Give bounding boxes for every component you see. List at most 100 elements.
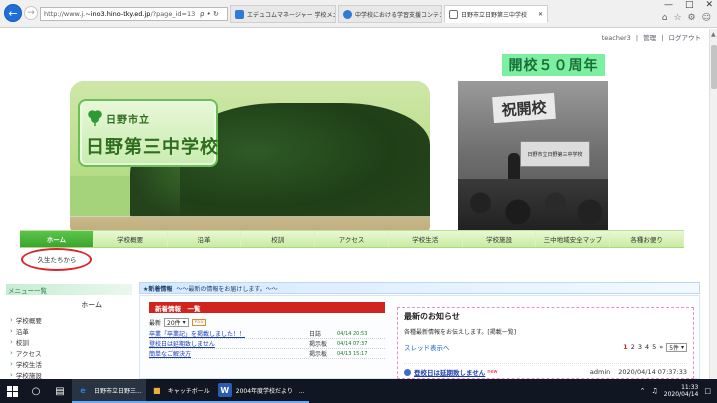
news-row: 登校日は延期致しません 掲示板 04/14 07:37 bbox=[149, 339, 385, 349]
new-badge: new bbox=[487, 369, 498, 375]
windows-logo-icon bbox=[6, 385, 18, 397]
back-button[interactable]: ← bbox=[4, 4, 22, 22]
left-item-access[interactable]: アクセス bbox=[10, 347, 132, 358]
taskbar-app-folder[interactable]: ■ キャッチボール bbox=[145, 379, 214, 403]
chevron-down-icon: ▾ bbox=[182, 318, 186, 326]
left-item-history[interactable]: 沿革 bbox=[10, 325, 132, 336]
ceremony-photo: 祝開校 日野市立日野第三中学校 bbox=[458, 81, 608, 239]
new-info-controls: 最新 20件 ▾ RSS bbox=[149, 315, 385, 329]
left-home-link[interactable]: ホーム bbox=[6, 300, 132, 310]
page-3[interactable]: 3 bbox=[638, 343, 642, 351]
favorites-star-icon[interactable]: ☆ bbox=[673, 13, 681, 23]
chevron-up-icon[interactable]: ⌃ bbox=[640, 387, 646, 395]
url-prefix: http://www.j. bbox=[44, 10, 86, 18]
thread-view-link[interactable]: スレッド表示へ bbox=[404, 342, 450, 352]
task-view-icon[interactable]: ▤ bbox=[48, 379, 72, 403]
latest-label: 最新 bbox=[149, 319, 162, 327]
tab-favicon-icon bbox=[343, 9, 352, 19]
menu-facilities[interactable]: 学校施設 bbox=[463, 231, 537, 247]
tab-educom[interactable]: エデュコムマネージャー 学校メニュー bbox=[230, 5, 336, 23]
manage-link[interactable]: 管理 bbox=[643, 34, 656, 42]
left-item-facilities[interactable]: 学校施設 bbox=[10, 369, 132, 380]
search-icon[interactable]: ○ bbox=[24, 379, 48, 403]
tab-school[interactable]: 日野市立日野第三中学校 ✕ bbox=[444, 5, 548, 23]
address-tools[interactable]: ρ • ↻ bbox=[200, 7, 219, 21]
rss-icon[interactable]: RSS bbox=[191, 318, 207, 326]
news-date: 04/13 15:17 bbox=[337, 350, 368, 357]
news-row: 簡単なご解決方 掲示板 04/13 15:17 bbox=[149, 349, 385, 359]
taskbar-app-browser[interactable]: e 日野市立日野三... bbox=[72, 379, 146, 403]
menu-newsletters[interactable]: 各種お便り bbox=[610, 231, 685, 247]
news-title-link[interactable]: 登校日は延期致しません bbox=[149, 339, 309, 348]
news-strip: ★新着情報 ～～最新の情報をお届けします。～～ bbox=[139, 282, 700, 294]
taskbar-app-word[interactable]: W 2004年度学校だより ... bbox=[213, 379, 309, 403]
news-title-link[interactable]: 簡単なご解決方 bbox=[149, 349, 309, 358]
scroll-up-icon[interactable]: ▲ bbox=[711, 31, 716, 38]
menu-school-life[interactable]: 学校生活 bbox=[389, 231, 463, 247]
clock-time: 11:33 bbox=[681, 384, 699, 391]
notice-row: 登校日は延期致しません new admin 2020/04/14 07:37:3… bbox=[404, 363, 687, 377]
home-icon[interactable]: ⌂ bbox=[662, 13, 668, 23]
page-5[interactable]: 5 bbox=[652, 343, 656, 351]
browser-chrome: ← → http://www.j. ~ino3.hino-tky.ed.jp/?p… bbox=[0, 0, 717, 28]
smiley-feedback-icon[interactable]: ☺ bbox=[702, 13, 711, 23]
left-item-motto[interactable]: 校訓 bbox=[10, 336, 132, 347]
page-4[interactable]: 4 bbox=[645, 343, 649, 351]
menu-history[interactable]: 沿革 bbox=[168, 231, 242, 247]
news-category: 掲示板 bbox=[309, 351, 328, 358]
news-strip-label: ★新着情報 bbox=[143, 285, 173, 293]
menu-home[interactable]: ホーム bbox=[20, 231, 94, 247]
left-item-overview[interactable]: 学校概要 bbox=[10, 314, 132, 325]
scrollbar-thumb[interactable] bbox=[711, 45, 717, 89]
close-tab-icon[interactable]: ✕ bbox=[534, 11, 543, 18]
minimize-button[interactable]: — bbox=[664, 0, 673, 10]
red-annotation-circle bbox=[21, 248, 92, 271]
logout-link[interactable]: ログアウト bbox=[669, 34, 702, 42]
news-date: 04/14 07:37 bbox=[337, 340, 368, 347]
notice-author: admin bbox=[589, 368, 611, 376]
new-info-panel: 新着情報 一覧 最新 20件 ▾ RSS 卒業「卒業記」を掲載しました！！ 日誌… bbox=[149, 302, 385, 379]
maximize-button[interactable]: □ bbox=[685, 0, 694, 10]
city-name: 日野市立 bbox=[106, 115, 150, 126]
tab-label: エデュコムマネージャー 学校メニュー bbox=[247, 11, 335, 19]
news-title-link[interactable]: 卒業「卒業記」を掲載しました！！ bbox=[149, 329, 309, 338]
page-2[interactable]: 2 bbox=[631, 343, 635, 351]
notification-icon[interactable]: □ bbox=[704, 387, 711, 395]
left-menu: メニュー一覧 ホーム 学校概要 沿革 校訓 アクセス 学校生活 学校施設 bbox=[6, 284, 132, 379]
menu-school-overview[interactable]: 学校概要 bbox=[94, 231, 168, 247]
chevron-down-icon: ▾ bbox=[680, 343, 684, 351]
main-menu: ホーム 学校概要 沿革 校訓 アクセス 学校生活 学校施設 三中地域安全マップ … bbox=[20, 230, 685, 248]
taskbar-app-label: 2004年度学校だより ... bbox=[235, 387, 305, 395]
forward-button[interactable]: → bbox=[24, 6, 38, 20]
page-next[interactable]: » bbox=[659, 343, 663, 351]
settings-gear-icon[interactable]: ⚙ bbox=[688, 13, 696, 23]
count-select[interactable]: 20件 ▾ bbox=[164, 317, 189, 327]
ceremony-banner: 祝開校 bbox=[492, 92, 556, 124]
close-window-button[interactable]: ✕ bbox=[705, 0, 713, 10]
arrow-right-icon: → bbox=[27, 7, 35, 18]
username[interactable]: teacher3 bbox=[602, 34, 631, 42]
separator: | bbox=[635, 34, 639, 42]
left-item-school-life[interactable]: 学校生活 bbox=[10, 358, 132, 369]
school-name-plate[interactable]: 日野市立 日野第三中学校 bbox=[78, 99, 218, 167]
menu-safety-map[interactable]: 三中地域安全マップ bbox=[536, 231, 611, 247]
arrow-left-icon: ← bbox=[8, 6, 18, 20]
latest-notices-panel: 最新のお知らせ 各種最新情報をお伝えします。[掲載一覧] スレッド表示へ 1 2… bbox=[397, 307, 694, 379]
tab-favicon-icon bbox=[235, 9, 244, 19]
tab-content[interactable]: 中学校における学習支援コンテン... bbox=[338, 5, 442, 23]
speaker-icon[interactable]: ♫ bbox=[652, 387, 658, 395]
notice-title-link[interactable]: 登校日は延期致しません bbox=[414, 367, 485, 377]
menu-access[interactable]: アクセス bbox=[315, 231, 389, 247]
pager: 1 2 3 4 5 » 5件 ▾ bbox=[623, 342, 687, 352]
taskbar-app-label: 日野市立日野三... bbox=[94, 387, 142, 395]
start-button[interactable] bbox=[0, 379, 24, 403]
notices-description: 各種最新情報をお伝えします。[掲載一覧] bbox=[404, 329, 517, 336]
clock[interactable]: 11:33 2020/04/14 bbox=[664, 384, 699, 398]
tab-favicon-icon bbox=[449, 9, 458, 19]
page-1[interactable]: 1 bbox=[623, 343, 628, 351]
system-tray: ⌃ ♫ 11:33 2020/04/14 □ bbox=[640, 384, 717, 398]
school-name: 日野第三中学校 bbox=[86, 137, 219, 158]
per-page-select[interactable]: 5件 ▾ bbox=[666, 342, 687, 352]
menu-motto[interactable]: 校訓 bbox=[241, 231, 316, 247]
page-scrollbar[interactable]: ▲ bbox=[709, 29, 717, 379]
